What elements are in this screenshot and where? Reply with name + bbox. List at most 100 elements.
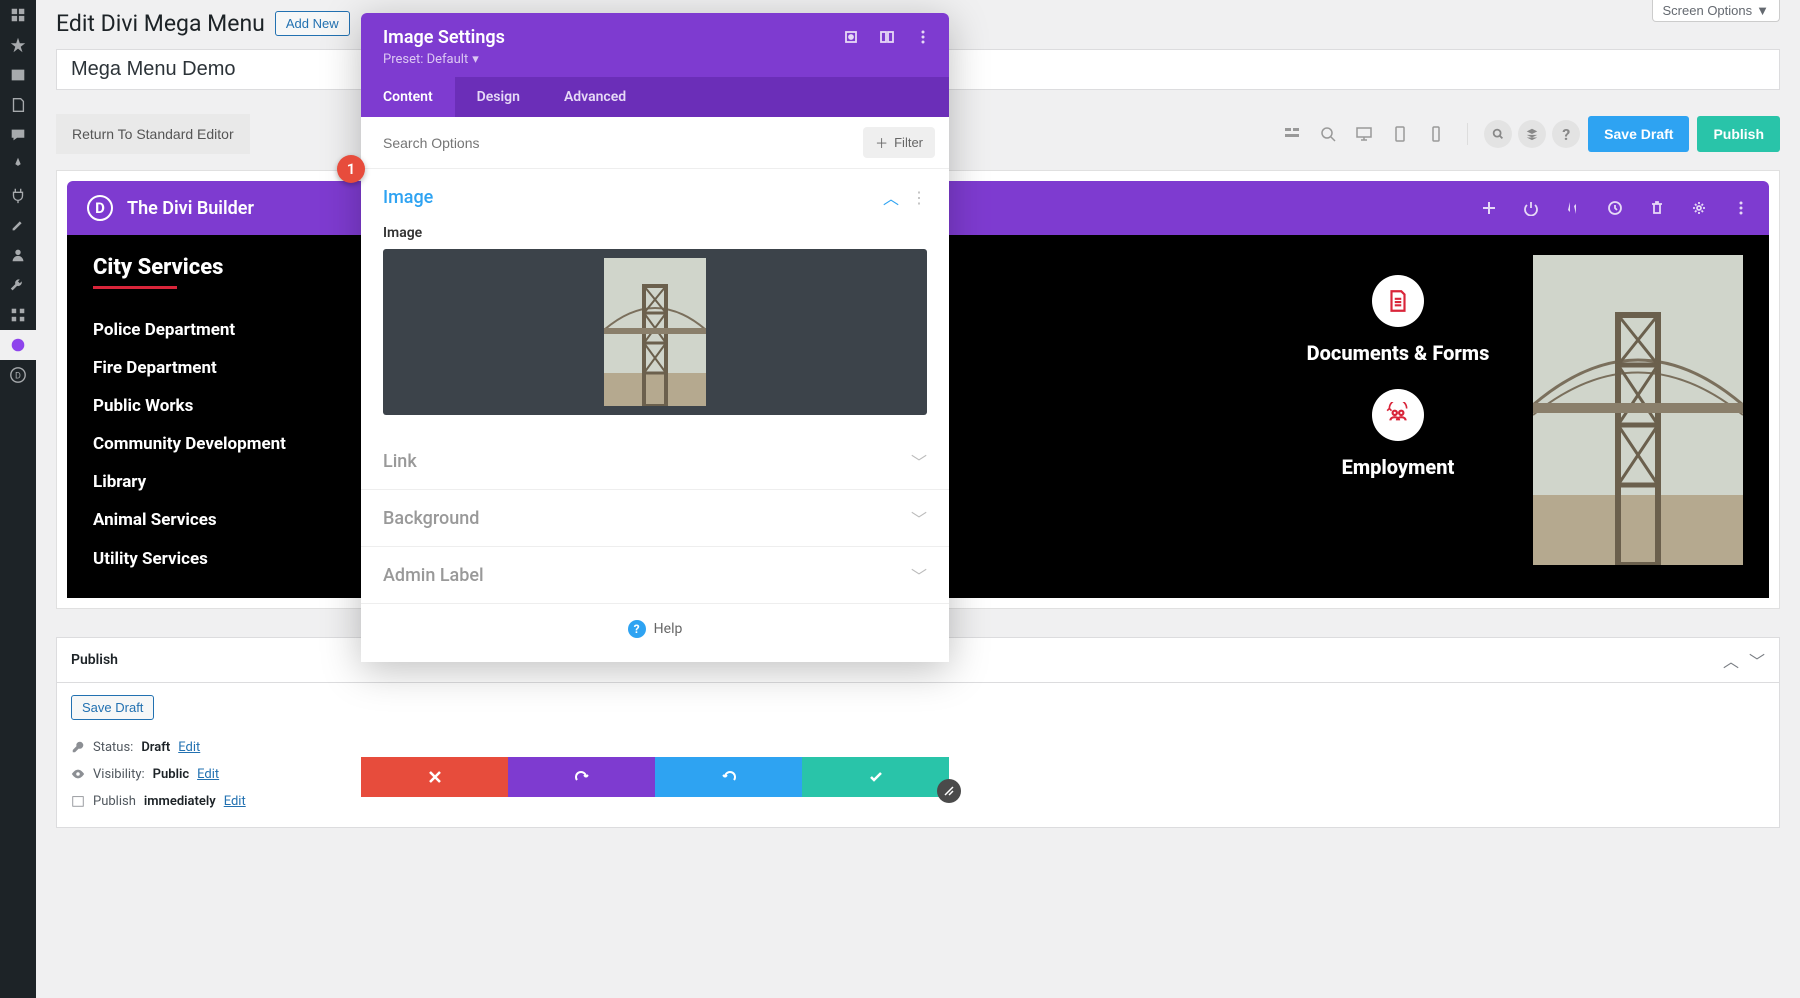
wireframe-icon[interactable] <box>1277 119 1307 149</box>
section-image[interactable]: Image ︿ ⋮ <box>361 169 949 225</box>
feature-item[interactable]: Documents & Forms <box>1307 275 1490 365</box>
feature-item[interactable]: Employment <box>1342 389 1455 479</box>
more-vertical-icon[interactable] <box>1733 200 1749 216</box>
chevron-down-icon: ▼ <box>1756 3 1769 18</box>
sidebar-divi2-icon[interactable]: D <box>0 360 36 390</box>
help-circle-icon[interactable]: ? <box>1552 120 1580 148</box>
mega-link[interactable]: Utility Services <box>93 540 383 578</box>
schedule-label: Publish <box>93 794 136 809</box>
cancel-button[interactable] <box>361 757 508 797</box>
trash-icon[interactable] <box>1649 200 1665 216</box>
sidebar-divi-icon[interactable] <box>0 330 36 360</box>
svg-text:D: D <box>15 372 21 382</box>
status-edit-link[interactable]: Edit <box>178 740 200 755</box>
metabox-up-icon[interactable]: ︿ <box>1723 648 1739 672</box>
redo-button[interactable] <box>655 757 802 797</box>
tablet-icon[interactable] <box>1385 119 1415 149</box>
sort-icon[interactable] <box>1565 200 1581 216</box>
return-to-standard-editor-button[interactable]: Return To Standard Editor <box>56 114 250 154</box>
mega-link[interactable]: Police Department <box>93 311 383 349</box>
history-icon[interactable] <box>1607 200 1623 216</box>
desktop-icon[interactable] <box>1349 119 1379 149</box>
search-circle-icon[interactable] <box>1484 120 1512 148</box>
screen-options-button[interactable]: Screen Options ▼ <box>1652 0 1780 22</box>
more-vertical-icon[interactable] <box>915 29 931 45</box>
schedule-edit-link[interactable]: Edit <box>224 794 246 809</box>
section-background-title: Background <box>383 508 479 529</box>
sidebar-users-icon[interactable] <box>0 240 36 270</box>
section-link-title: Link <box>383 451 417 472</box>
layers-circle-icon[interactable] <box>1518 120 1546 148</box>
sidebar-pages-icon[interactable] <box>0 90 36 120</box>
sidebar-pin2-icon[interactable] <box>0 150 36 180</box>
chevron-down-icon: ﹀ <box>911 449 927 473</box>
publish-button[interactable]: Publish <box>1697 116 1780 152</box>
divi-builder-title: The Divi Builder <box>127 198 254 219</box>
tab-design[interactable]: Design <box>455 77 542 117</box>
mega-link[interactable]: Animal Services <box>93 501 383 539</box>
tab-advanced[interactable]: Advanced <box>542 77 648 117</box>
power-icon[interactable] <box>1523 200 1539 216</box>
feature-label: Employment <box>1342 455 1455 479</box>
undo-button[interactable] <box>508 757 655 797</box>
save-draft-button[interactable]: Save Draft <box>1588 116 1689 152</box>
image-settings-modal: Image Settings Preset: Default ▾ Content… <box>361 13 949 662</box>
help-icon: ? <box>628 620 646 638</box>
filter-button[interactable]: ＋ Filter <box>863 127 935 158</box>
visibility-edit-link[interactable]: Edit <box>197 767 219 782</box>
mega-link[interactable]: Public Works <box>93 387 383 425</box>
image-field-label: Image <box>383 225 927 241</box>
annotation-badge-1: 1 <box>337 155 365 183</box>
help-link[interactable]: ? Help <box>361 604 949 654</box>
publish-metabox: Publish ︿ ﹀ Save Draft Status: Draft Edi… <box>56 637 1780 828</box>
mega-link[interactable]: Library <box>93 463 383 501</box>
sidebar-media-icon[interactable] <box>0 60 36 90</box>
plus-icon: ＋ <box>875 133 888 152</box>
mega-link[interactable]: Community Development <box>93 425 383 463</box>
schedule-value: immediately <box>144 794 216 809</box>
modal-action-bar <box>361 757 949 797</box>
chevron-down-icon: ﹀ <box>911 506 927 530</box>
phone-icon[interactable] <box>1421 119 1451 149</box>
feature-label: Documents & Forms <box>1307 341 1490 365</box>
sidebar-settings-icon[interactable] <box>0 300 36 330</box>
more-vertical-icon[interactable]: ⋮ <box>911 188 927 207</box>
divi-logo-icon: D <box>87 195 113 221</box>
modal-header[interactable]: Image Settings Preset: Default ▾ <box>361 13 949 77</box>
metabox-down-icon[interactable]: ﹀ <box>1749 648 1765 672</box>
page-title: Edit Divi Mega Menu <box>56 10 265 37</box>
chevron-down-icon: ▾ <box>472 52 479 67</box>
publish-box-title: Publish <box>71 652 118 668</box>
sidebar-plugins-icon[interactable] <box>0 180 36 210</box>
tab-content[interactable]: Content <box>361 77 455 117</box>
sidebar-pin-icon[interactable] <box>0 30 36 60</box>
add-icon[interactable] <box>1481 200 1497 216</box>
resize-handle[interactable] <box>937 779 961 803</box>
section-admin-label[interactable]: Admin Label ﹀ <box>361 547 949 604</box>
preset-label: Preset: Default <box>383 52 468 67</box>
section-image-title: Image <box>383 187 433 208</box>
save-draft-small-button[interactable]: Save Draft <box>71 695 154 720</box>
expand-icon[interactable] <box>843 29 859 45</box>
add-new-button[interactable]: Add New <box>275 11 350 36</box>
preset-dropdown[interactable]: Preset: Default ▾ <box>383 52 927 67</box>
sidebar-tools-icon[interactable] <box>0 270 36 300</box>
confirm-button[interactable] <box>802 757 949 797</box>
sidebar-comments-icon[interactable] <box>0 120 36 150</box>
heading-underline <box>93 286 177 289</box>
screen-options-label: Screen Options <box>1663 3 1753 18</box>
gear-icon[interactable] <box>1691 200 1707 216</box>
calendar-icon <box>71 794 85 808</box>
sidebar-appearance-icon[interactable] <box>0 210 36 240</box>
sidebar-dashboard-icon[interactable] <box>0 0 36 30</box>
chevron-up-icon[interactable]: ︿ <box>883 185 899 209</box>
snap-icon[interactable] <box>879 29 895 45</box>
image-thumbnail <box>604 258 706 406</box>
search-options-input[interactable] <box>375 129 855 157</box>
section-link[interactable]: Link ﹀ <box>361 433 949 490</box>
mega-link[interactable]: Fire Department <box>93 349 383 387</box>
section-background[interactable]: Background ﹀ <box>361 490 949 547</box>
image-upload-area[interactable] <box>383 249 927 415</box>
employment-icon <box>1372 389 1424 441</box>
zoom-icon[interactable] <box>1313 119 1343 149</box>
